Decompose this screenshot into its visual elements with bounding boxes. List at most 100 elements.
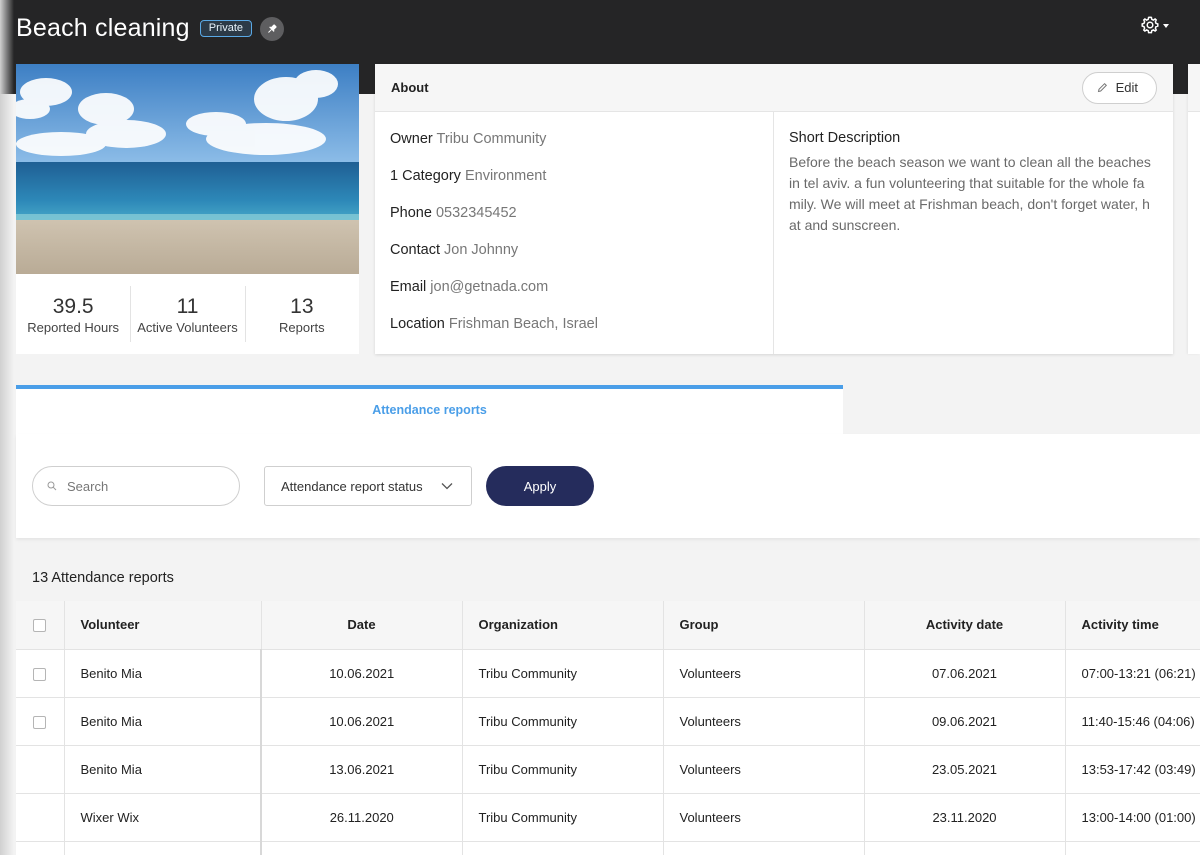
- volunteer-cell: [64, 841, 262, 855]
- search-icon: [47, 481, 57, 491]
- stats-row: 39.5 Reported Hours 11 Active Volunteers…: [16, 274, 359, 354]
- select-all-checkbox[interactable]: [33, 619, 47, 633]
- table-row[interactable]: [16, 841, 1200, 855]
- edit-label: Edit: [1115, 80, 1138, 95]
- row-select-cell: [16, 841, 65, 855]
- edit-button[interactable]: Edit: [1081, 71, 1157, 104]
- attendance-table: Volunteer Date Organization Group Activi…: [16, 601, 1200, 855]
- apply-button[interactable]: Apply: [486, 466, 594, 506]
- status-dropdown-label: Attendance report status: [281, 478, 423, 494]
- activity-date-cell: 23.11.2020: [864, 793, 1066, 842]
- activity-time-cell: 13:00-14:00 (01:00): [1065, 793, 1200, 842]
- about-fields: Owner Tribu Community 1 Category Environ…: [375, 112, 774, 354]
- short-description-title: Short Description: [789, 130, 901, 146]
- stat-label: Active Volunteers: [137, 320, 238, 335]
- field-value: Tribu Community: [436, 131, 547, 147]
- next-card-header: [1188, 64, 1200, 112]
- pencil-icon: [1097, 82, 1107, 93]
- field-value: 0532345452: [435, 205, 517, 221]
- row-checkbox[interactable]: [33, 715, 47, 729]
- row-select-cell: [16, 793, 65, 842]
- email-row: Email jon@getnada.com: [390, 278, 757, 315]
- volunteer-cell: Benito Mia: [64, 649, 262, 698]
- group-cell: [663, 841, 865, 855]
- activity-time-cell: [1065, 841, 1200, 855]
- organization-cell: Tribu Community: [462, 745, 664, 794]
- search-box[interactable]: [32, 466, 240, 506]
- title-row: Beach cleaning Private: [16, 14, 285, 43]
- stat-active-volunteers: 11 Active Volunteers: [130, 274, 244, 354]
- activity-time-cell: 13:53-17:42 (03:49): [1065, 745, 1200, 794]
- category-row: 1 Category Environment: [390, 167, 757, 204]
- privacy-badge: Private: [199, 20, 253, 37]
- date-cell: 10.06.2021: [261, 697, 463, 746]
- column-header-organization[interactable]: Organization: [462, 601, 664, 650]
- row-select-cell: [16, 649, 65, 698]
- organization-cell: Tribu Community: [462, 697, 664, 746]
- table-row[interactable]: Benito Mia 10.06.2021 Tribu Community Vo…: [16, 649, 1200, 698]
- field-value: Environment: [464, 168, 547, 184]
- stat-reports: 13 Reports: [244, 274, 359, 354]
- tab-attendance-reports[interactable]: Attendance reports: [16, 385, 843, 434]
- organization-cell: Tribu Community: [462, 649, 664, 698]
- date-cell: [261, 841, 463, 855]
- column-header-activity-time[interactable]: Activity time: [1065, 601, 1200, 650]
- stat-value: 39.5: [52, 295, 94, 318]
- field-label: 1 Category: [390, 168, 461, 184]
- volunteer-cell: Benito Mia: [64, 697, 262, 746]
- contact-row: Contact Jon Johnny: [390, 241, 757, 278]
- next-card-edge: [1188, 64, 1200, 354]
- select-all-cell: [16, 601, 65, 650]
- activity-date-cell: 07.06.2021: [864, 649, 1066, 698]
- table-row[interactable]: Benito Mia 10.06.2021 Tribu Community Vo…: [16, 697, 1200, 746]
- search-input[interactable]: [67, 478, 217, 494]
- activity-time-cell: 07:00-13:21 (06:21): [1065, 649, 1200, 698]
- stat-label: Reports: [279, 320, 325, 335]
- status-dropdown[interactable]: Attendance report status: [264, 466, 472, 506]
- cover-card: 39.5 Reported Hours 11 Active Volunteers…: [16, 64, 359, 354]
- volunteer-cell: Benito Mia: [64, 745, 262, 794]
- field-label: Location: [390, 316, 445, 332]
- organization-cell: [462, 841, 664, 855]
- column-header-activity-date[interactable]: Activity date: [864, 601, 1066, 650]
- stat-label: Reported Hours: [27, 320, 120, 335]
- phone-row: Phone 0532345452: [390, 204, 757, 241]
- location-row: Location Frishman Beach, Israel: [390, 315, 757, 352]
- row-checkbox[interactable]: [33, 667, 47, 681]
- field-label: Contact: [390, 242, 440, 258]
- organization-cell: Tribu Community: [462, 793, 664, 842]
- report-count: 13 Attendance reports: [32, 570, 174, 586]
- tab-bar: Attendance reports: [16, 385, 1200, 434]
- column-header-group[interactable]: Group: [663, 601, 865, 650]
- activity-date-cell: [864, 841, 1066, 855]
- group-cell: Volunteers: [663, 649, 865, 698]
- stat-reported-hours: 39.5 Reported Hours: [16, 274, 130, 354]
- date-cell: 26.11.2020: [261, 793, 463, 842]
- about-header: About Edit: [375, 64, 1173, 112]
- column-header-date[interactable]: Date: [261, 601, 463, 650]
- field-label: Email: [390, 279, 427, 295]
- activity-date-cell: 23.05.2021: [864, 745, 1066, 794]
- chevron-down-icon: [441, 483, 453, 490]
- activity-time-cell: 11:40-15:46 (04:06): [1065, 697, 1200, 746]
- page-title: Beach cleaning: [16, 14, 190, 42]
- short-description: Short Description Before the beach seaso…: [774, 112, 1173, 354]
- activity-date-cell: 09.06.2021: [864, 697, 1066, 746]
- row-select-cell: [16, 745, 65, 794]
- cover-image: [16, 64, 359, 274]
- about-title: About: [391, 80, 429, 95]
- field-value: Jon Johnny: [444, 242, 519, 258]
- field-label: Phone: [390, 205, 432, 221]
- group-cell: Volunteers: [663, 697, 865, 746]
- stat-value: 11: [176, 295, 199, 318]
- filter-panel: Attendance report status Apply: [16, 434, 1200, 538]
- table-row[interactable]: Wixer Wix 26.11.2020 Tribu Community Vol…: [16, 793, 1200, 842]
- table-row[interactable]: Benito Mia 13.06.2021 Tribu Community Vo…: [16, 745, 1200, 794]
- column-header-volunteer[interactable]: Volunteer: [64, 601, 262, 650]
- field-value: jon@getnada.com: [430, 279, 549, 295]
- left-edge-shadow: [0, 0, 14, 855]
- settings-menu[interactable]: [1140, 15, 1169, 35]
- field-label: Owner: [390, 131, 433, 147]
- row-select-cell: [16, 697, 65, 746]
- pin-button[interactable]: [260, 16, 285, 41]
